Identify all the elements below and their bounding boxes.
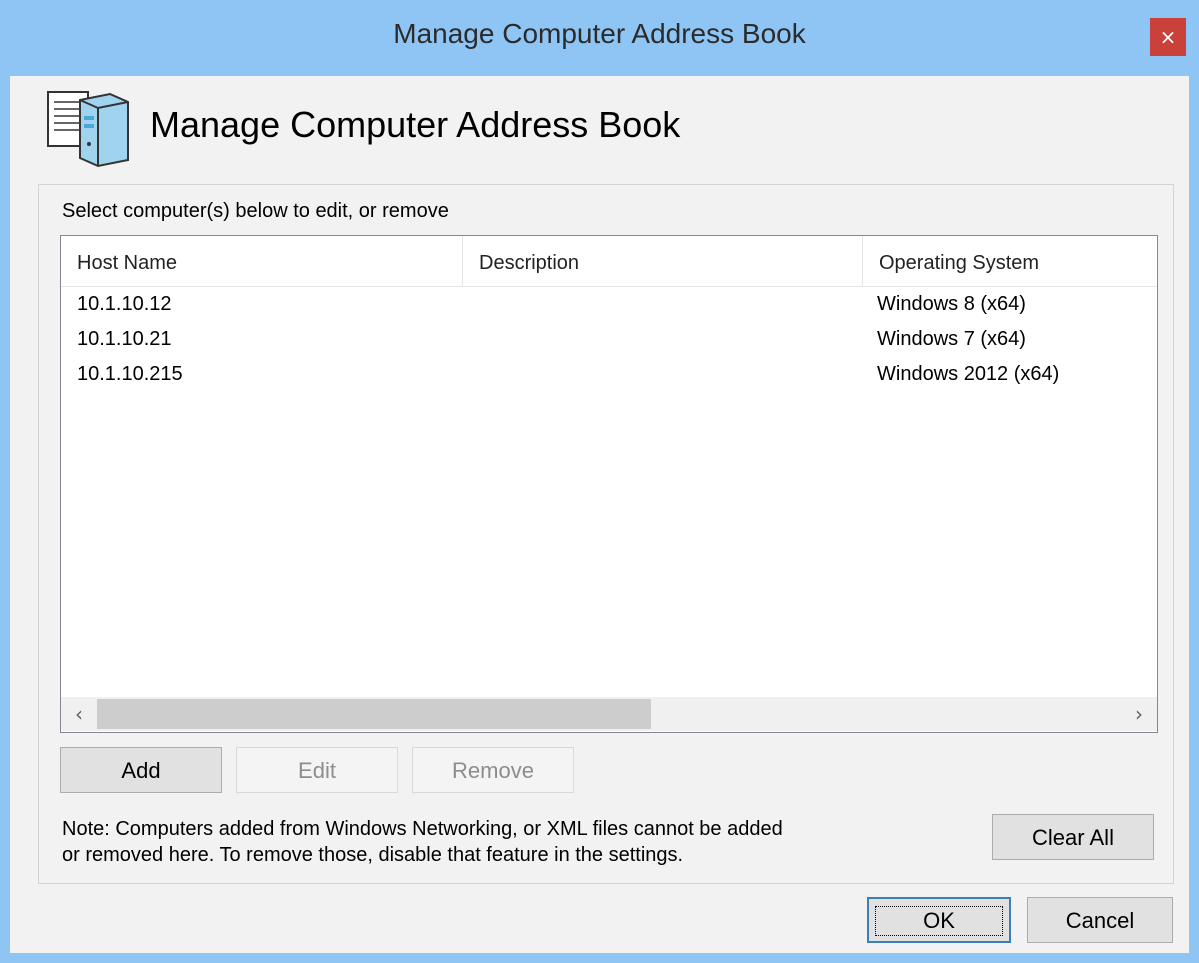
host-name-cell: 10.1.10.21 (77, 328, 172, 350)
column-header-description[interactable]: Description (463, 236, 863, 286)
computer-list[interactable]: Host Name Description Operating System 1… (60, 235, 1158, 733)
host-name-cell: 10.1.10.215 (77, 363, 183, 385)
table-row[interactable]: 10.1.10.215 Windows 2012 (x64) (61, 356, 1157, 392)
column-header-operating-system[interactable]: Operating System (863, 236, 1157, 286)
address-book-computer-icon (47, 91, 129, 168)
note-text: Note: Computers added from Windows Netwo… (62, 816, 882, 868)
os-cell: Windows 8 (x64) (877, 293, 1026, 315)
chevron-right-icon: › (1135, 702, 1143, 726)
os-cell: Windows 7 (x64) (877, 328, 1026, 350)
window-title: Manage Computer Address Book (393, 18, 806, 49)
cancel-button[interactable]: Cancel (1027, 897, 1173, 943)
scroll-left-button[interactable]: ‹ (61, 697, 97, 731)
ok-button-label: OK (875, 906, 1003, 936)
scroll-right-button[interactable]: › (1121, 697, 1157, 731)
column-header-host-name[interactable]: Host Name (61, 236, 463, 286)
ok-button[interactable]: OK (867, 897, 1011, 943)
horizontal-scrollbar[interactable]: ‹ › (61, 697, 1157, 731)
add-button[interactable]: Add (60, 747, 222, 793)
list-instructions: Select computer(s) below to edit, or rem… (62, 200, 449, 222)
scrollbar-thumb[interactable] (97, 699, 651, 729)
close-button[interactable]: × (1150, 18, 1186, 56)
title-bar[interactable]: Manage Computer Address Book × (0, 0, 1199, 76)
note-line-2: or removed here. To remove those, disabl… (62, 844, 684, 866)
list-header: Host Name Description Operating System (61, 236, 1157, 287)
host-name-cell: 10.1.10.12 (77, 293, 172, 315)
table-row[interactable]: 10.1.10.21 Windows 7 (x64) (61, 321, 1157, 357)
dialog-window: Manage Computer Address Book × Manage Co… (0, 0, 1199, 963)
note-line-1: Note: Computers added from Windows Netwo… (62, 818, 783, 840)
os-cell: Windows 2012 (x64) (877, 363, 1060, 385)
edit-button[interactable]: Edit (236, 747, 398, 793)
table-row[interactable]: 10.1.10.12 Windows 8 (x64) (61, 286, 1157, 322)
close-icon: × (1159, 25, 1177, 49)
chevron-left-icon: ‹ (75, 702, 83, 726)
header-title: Manage Computer Address Book (150, 104, 681, 145)
remove-button[interactable]: Remove (412, 747, 574, 793)
clear-all-button[interactable]: Clear All (992, 814, 1154, 860)
